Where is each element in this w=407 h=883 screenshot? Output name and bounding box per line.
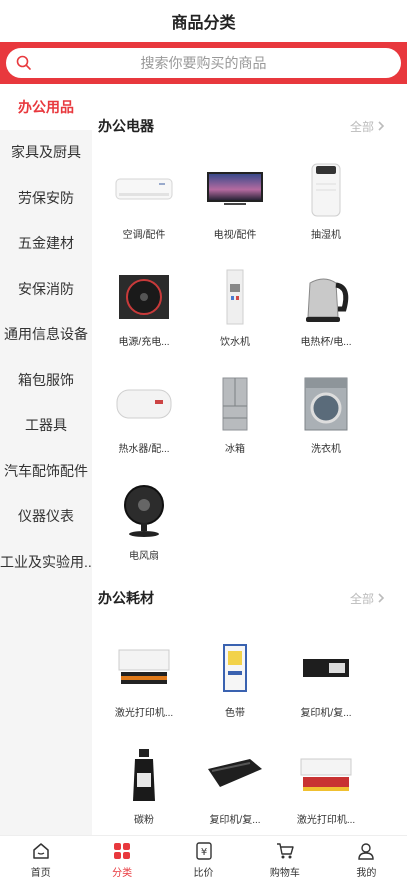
- laser-cartridge-icon: [300, 758, 352, 791]
- sidebar-item-instruments[interactable]: 仪器仪表: [0, 494, 92, 540]
- tab-label: 首页: [30, 867, 51, 879]
- grid-item-toner-bottle[interactable]: 碳粉: [94, 745, 194, 826]
- copier-toner-icon: [303, 659, 349, 677]
- sidebar-item-tools[interactable]: 工器具: [0, 403, 92, 449]
- sidebar-item-general-it[interactable]: 通用信息设备: [0, 312, 92, 358]
- tab-cart[interactable]: 购物车: [244, 836, 325, 883]
- tab-label: 比价: [193, 867, 214, 879]
- grid-item-label: 碳粉: [134, 815, 154, 826]
- section-header-office-appliances: 办公电器 全部: [98, 116, 385, 136]
- section-title: 办公电器: [98, 118, 154, 134]
- grid-item-water-heater[interactable]: 热水器/配...: [94, 374, 194, 455]
- sidebar-item-auto-parts[interactable]: 汽车配饰配件: [0, 448, 92, 494]
- grid-item-drum-unit[interactable]: 复印机/复...: [185, 745, 285, 826]
- home-icon: [32, 842, 49, 859]
- grid-item-label: 电风扇: [129, 551, 159, 562]
- grid-item-label: 复印机/复...: [209, 815, 261, 826]
- view-all-link[interactable]: 全部: [350, 118, 385, 135]
- section-header-office-consumables: 办公耗材 全部: [98, 588, 385, 608]
- drum-unit-icon: [208, 759, 262, 787]
- chevron-right-icon: [378, 121, 385, 131]
- bottom-tab-bar: 首页 分类 ¥ 比价 购物车 我的: [0, 835, 407, 883]
- dehumidifier-icon: [311, 163, 341, 217]
- grid-item-refrigerator[interactable]: 冰箱: [185, 374, 285, 455]
- grid-item-power-supply[interactable]: 电源/充电...: [94, 267, 194, 348]
- tab-label: 购物车: [269, 867, 300, 879]
- grid-item-air-conditioner[interactable]: 空调/配件: [94, 160, 194, 241]
- yen-icon: ¥: [195, 841, 212, 860]
- water-dispenser-icon: [226, 269, 244, 325]
- grid-item-electric-fan[interactable]: 电风扇: [94, 481, 194, 562]
- sidebar-item-bags-apparel[interactable]: 箱包服饰: [0, 357, 92, 403]
- water-heater-icon: [116, 389, 172, 419]
- grid-item-ribbon[interactable]: 色带: [185, 638, 285, 719]
- tab-home[interactable]: 首页: [0, 836, 81, 883]
- search-icon: [16, 55, 31, 70]
- view-all-label: 全部: [349, 591, 374, 606]
- tab-label: 我的: [356, 867, 377, 879]
- grid-item-water-dispenser[interactable]: 饮水机: [185, 267, 285, 348]
- view-all-label: 全部: [349, 119, 374, 134]
- sidebar-item-furniture-kitchen[interactable]: 家具及厨具: [0, 130, 92, 176]
- view-all-link[interactable]: 全部: [350, 590, 385, 607]
- electric-fan-icon: [124, 485, 164, 537]
- grid-item-washing-machine[interactable]: 洗衣机: [276, 374, 376, 455]
- grid-item-label: 饮水机: [220, 337, 250, 348]
- category-sidebar: 办公用品 家具及厨具 劳保安防 五金建材 安保消防 通用信息设备 箱包服饰 工器…: [0, 84, 92, 835]
- tab-category[interactable]: 分类: [81, 836, 162, 883]
- sidebar-item-labor-protection[interactable]: 劳保安防: [0, 175, 92, 221]
- grid-item-label: 电视/配件: [213, 230, 257, 241]
- search-placeholder: 搜索你要购买的商品: [140, 55, 267, 71]
- toner-bottle-icon: [133, 749, 155, 801]
- search-input[interactable]: 搜索你要购买的商品: [6, 48, 401, 78]
- grid-item-copier-toner[interactable]: 复印机/复...: [276, 638, 376, 719]
- grid-item-label: 激光打印机...: [296, 815, 356, 826]
- grid-item-label: 色带: [225, 708, 245, 719]
- tab-compare-price[interactable]: ¥ 比价: [163, 836, 244, 883]
- sidebar-item-security-fire[interactable]: 安保消防: [0, 266, 92, 312]
- grid-item-label: 冰箱: [225, 444, 245, 455]
- grid-item-label: 洗衣机: [311, 444, 341, 455]
- user-icon: [358, 842, 375, 860]
- grid-item-label: 激光打印机...: [114, 708, 174, 719]
- grid-item-dehumidifier[interactable]: 抽湿机: [276, 160, 376, 241]
- washing-machine-icon: [304, 377, 348, 431]
- grid-item-label: 电源/充电...: [118, 337, 170, 348]
- refrigerator-icon: [222, 377, 248, 431]
- grid-item-laser-cartridge[interactable]: 激光打印机...: [276, 745, 376, 826]
- top-bar: 商品分类: [0, 0, 407, 42]
- grid-item-label: 电热杯/电...: [300, 337, 352, 348]
- sidebar-item-industrial-lab[interactable]: 工业及实验用...: [0, 539, 92, 585]
- category-content: 办公电器 全部 空调/配件 电视/配件 抽湿机 电源/充电... 饮水机 电热杯…: [92, 84, 407, 835]
- search-bar: 搜索你要购买的商品: [0, 42, 407, 84]
- grid-item-laser-toner[interactable]: 激光打印机...: [94, 638, 194, 719]
- grid-item-label: 抽湿机: [311, 230, 341, 241]
- tv-icon: [207, 172, 263, 205]
- grid-item-label: 空调/配件: [122, 230, 166, 241]
- cart-icon: [276, 842, 294, 858]
- ribbon-icon: [223, 644, 247, 692]
- grid-item-label: 复印机/复...: [300, 708, 352, 719]
- svg-text:¥: ¥: [200, 847, 206, 858]
- sidebar-item-office-supplies[interactable]: 办公用品: [0, 84, 92, 130]
- electric-kettle-icon: [306, 278, 349, 322]
- section-title: 办公耗材: [98, 590, 154, 606]
- sidebar-item-hardware-building[interactable]: 五金建材: [0, 221, 92, 267]
- category-icon: [114, 842, 131, 859]
- power-supply-icon: [119, 275, 169, 319]
- page-title: 商品分类: [171, 15, 236, 32]
- grid-item-label: 热水器/配...: [118, 444, 170, 455]
- air-conditioner-icon: [115, 178, 173, 200]
- tab-profile[interactable]: 我的: [326, 836, 407, 883]
- chevron-right-icon: [378, 593, 385, 603]
- grid-item-electric-kettle[interactable]: 电热杯/电...: [276, 267, 376, 348]
- laser-toner-icon: [118, 649, 170, 684]
- grid-item-tv[interactable]: 电视/配件: [185, 160, 285, 241]
- tab-label: 分类: [112, 867, 133, 879]
